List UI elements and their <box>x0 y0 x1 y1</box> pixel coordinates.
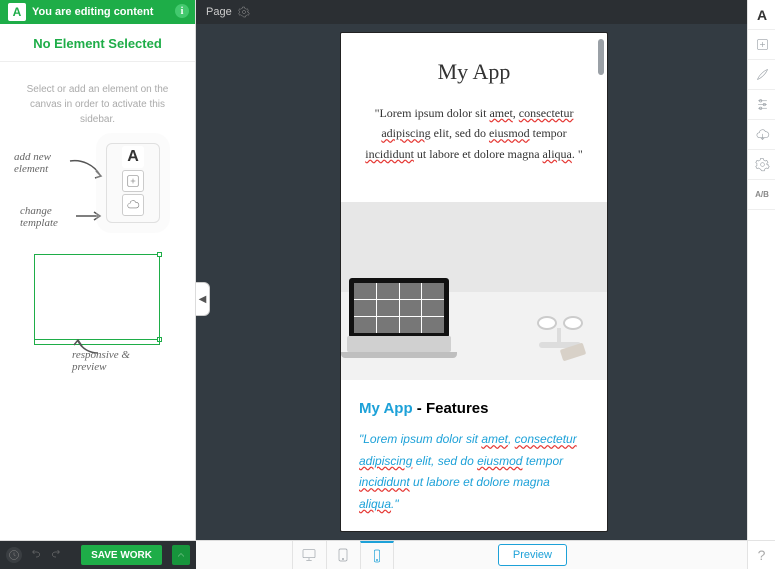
mobile-device-frame[interactable]: My App "Lorem ipsum dolor sit amet, cons… <box>340 32 608 532</box>
cloud-template-icon[interactable] <box>122 194 144 216</box>
resize-handle-icon[interactable] <box>157 252 162 257</box>
help-button[interactable]: ? <box>747 540 775 569</box>
bottom-left-group: SAVE WORK <box>0 541 196 569</box>
device-content: My App "Lorem ipsum dolor sit amet, cons… <box>341 33 607 174</box>
scrollbar[interactable] <box>598 39 604 75</box>
settings-sliders-button[interactable] <box>748 90 775 120</box>
page-label[interactable]: Page <box>206 6 232 18</box>
gear-icon[interactable] <box>238 6 250 18</box>
desktop-view-button[interactable] <box>292 541 326 569</box>
redo-button[interactable] <box>50 546 62 564</box>
save-menu-caret[interactable] <box>172 545 190 565</box>
gear-settings-button[interactable] <box>748 150 775 180</box>
right-tool-rail: A A/B ? <box>747 0 775 540</box>
bottom-bar: SAVE WORK Preview <box>0 540 747 569</box>
features-heading[interactable]: My App - Features <box>359 400 589 417</box>
responsive-preview-thumbnail[interactable] <box>34 254 160 340</box>
cloud-download-button[interactable] <box>748 120 775 150</box>
lamp-icon <box>517 308 597 348</box>
editing-status-bar: A You are editing content i <box>0 0 195 24</box>
top-toolbar: Page <box>196 0 747 24</box>
history-icon[interactable] <box>6 547 22 563</box>
ab-test-button[interactable]: A/B <box>748 180 775 210</box>
add-element-icon[interactable] <box>122 170 144 192</box>
arrow-icon <box>68 157 106 186</box>
hint-change-template: change template <box>20 205 80 229</box>
features-paragraph[interactable]: "Lorem ipsum dolor sit amet, consectetur… <box>359 429 589 515</box>
add-element-button[interactable] <box>748 30 775 60</box>
brush-style-button[interactable] <box>748 60 775 90</box>
sidebar-help-text: Select or add an element on the canvas i… <box>0 62 195 139</box>
sidebar-title: No Element Selected <box>0 24 195 62</box>
features-section[interactable]: My App - Features "Lorem ipsum dolor sit… <box>341 380 607 532</box>
brand-logo-icon: A <box>122 146 144 168</box>
undo-button[interactable] <box>30 546 42 564</box>
canvas-area[interactable]: ◀ My App "Lorem ipsum dolor sit amet, co… <box>196 24 747 540</box>
device-switcher <box>292 541 394 569</box>
save-button[interactable]: SAVE WORK <box>81 545 162 565</box>
tablet-view-button[interactable] <box>326 541 360 569</box>
app-title[interactable]: My App <box>359 59 589 85</box>
hero-image[interactable] <box>340 202 608 380</box>
hint-responsive: responsive & preview <box>72 349 162 373</box>
preview-button[interactable]: Preview <box>498 544 567 566</box>
mobile-view-button[interactable] <box>360 541 394 569</box>
brand-logo-icon[interactable]: A <box>748 0 775 30</box>
status-text: You are editing content <box>32 6 153 18</box>
arrow-icon <box>74 209 104 227</box>
laptop-icon <box>341 278 457 358</box>
collapse-sidebar-button[interactable]: ◀ <box>196 282 210 316</box>
intro-paragraph[interactable]: "Lorem ipsum dolor sit amet, consectetur… <box>359 103 589 164</box>
info-icon[interactable]: i <box>175 4 189 18</box>
left-sidebar: A You are editing content i No Element S… <box>0 0 196 540</box>
sidebar-hints: add new element change template A respon… <box>0 139 195 399</box>
hint-add-element: add new element <box>14 151 74 175</box>
brand-logo-icon: A <box>8 3 26 21</box>
hint-toolbox: A <box>106 143 160 223</box>
resize-handle-icon[interactable] <box>157 337 162 342</box>
